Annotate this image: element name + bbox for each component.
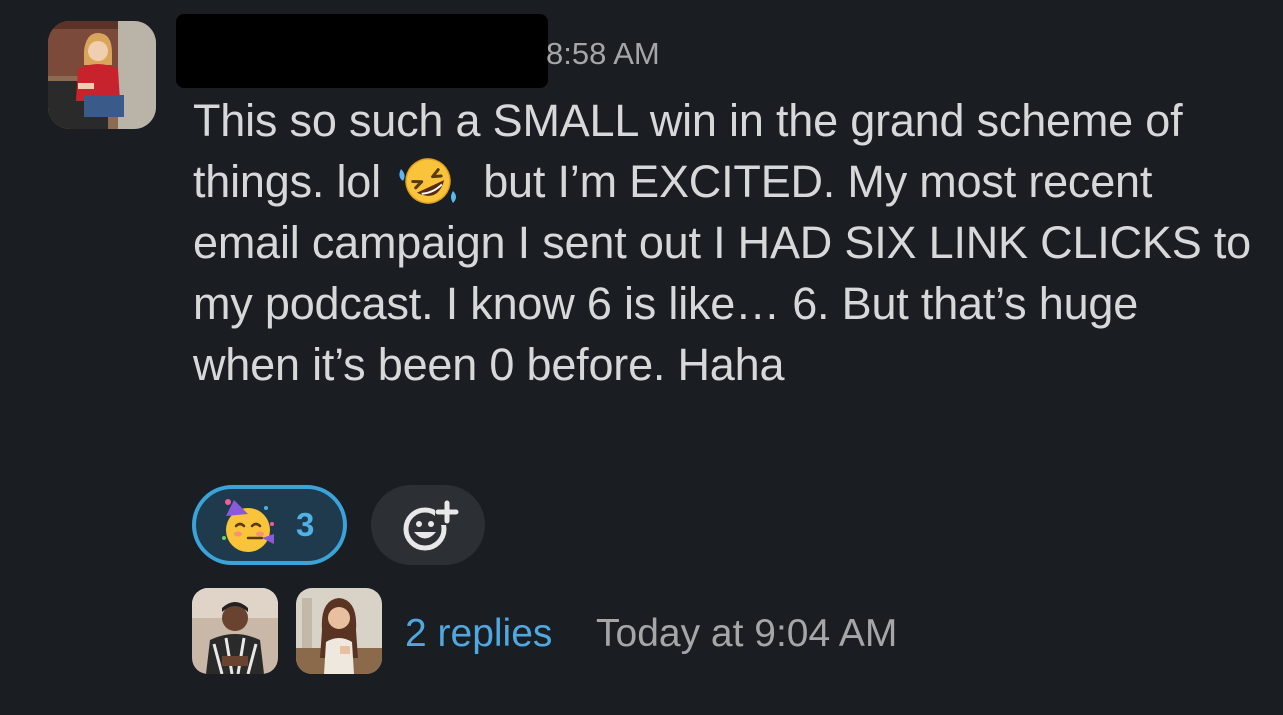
rolling-on-floor-laughing-emoji bbox=[399, 155, 457, 207]
add-reaction-button[interactable] bbox=[371, 485, 485, 565]
thread-replies-link[interactable]: 2 replies bbox=[405, 611, 552, 657]
reaction-partying-face[interactable]: 3 bbox=[192, 485, 347, 565]
sender-name-redacted bbox=[176, 14, 548, 88]
reaction-count: 3 bbox=[296, 506, 315, 543]
add-reaction-icon bbox=[403, 500, 459, 551]
message-body: This so such a SMALL win in the grand sc… bbox=[193, 90, 1253, 395]
partying-face-icon bbox=[222, 499, 274, 552]
sender-avatar[interactable] bbox=[48, 21, 156, 129]
partying-face-emoji bbox=[216, 494, 280, 558]
rolling-laughing-icon bbox=[399, 158, 457, 204]
reply-avatar-2-image bbox=[296, 588, 382, 674]
reply-avatar-1-image bbox=[192, 588, 278, 674]
thread-last-reply-time: Today at 9:04 AM bbox=[596, 612, 898, 655]
reply-avatar-2[interactable] bbox=[296, 588, 382, 674]
message-timestamp[interactable]: 8:58 AM bbox=[546, 35, 660, 73]
sender-avatar-image bbox=[48, 21, 156, 129]
reply-avatar-1[interactable] bbox=[192, 588, 278, 674]
message: 8:58 AM This so such a SMALL win in the … bbox=[0, 0, 1283, 715]
